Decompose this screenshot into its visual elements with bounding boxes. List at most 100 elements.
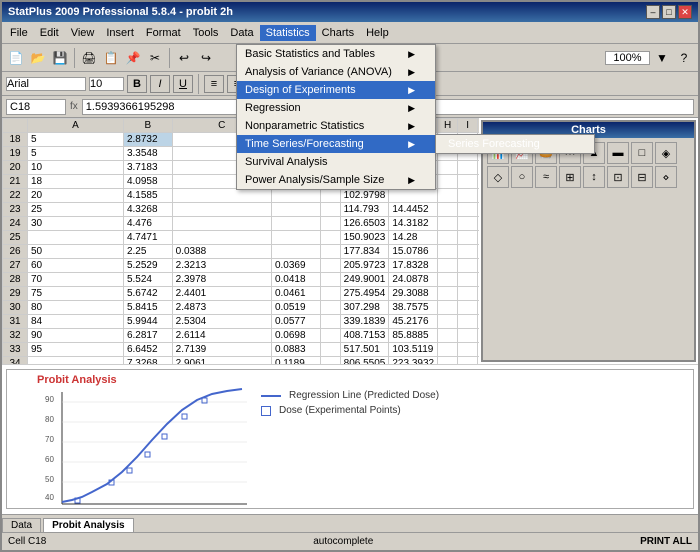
cell[interactable] (271, 203, 320, 217)
cell[interactable] (458, 301, 478, 315)
cell[interactable] (389, 189, 438, 203)
font-size-input[interactable]: 10 (89, 77, 124, 91)
cell[interactable] (320, 217, 340, 231)
copy-button[interactable]: 📋 (101, 48, 121, 68)
maximize-button[interactable]: □ (662, 5, 676, 19)
cell-reference[interactable]: C18 (6, 99, 66, 115)
bold-button[interactable]: B (127, 75, 147, 93)
cell[interactable] (478, 357, 479, 365)
menu-regression[interactable]: Regression ▶ (237, 99, 435, 117)
cell[interactable]: 2.8732 (123, 133, 172, 147)
cell[interactable] (458, 259, 478, 273)
cell[interactable] (478, 301, 479, 315)
cell[interactable] (478, 189, 479, 203)
menu-power[interactable]: Power Analysis/Sample Size ▶ (237, 171, 435, 189)
cell[interactable] (320, 245, 340, 259)
redo-button[interactable]: ↪ (196, 48, 216, 68)
help-icon[interactable]: ? (674, 48, 694, 68)
chart-radar-icon[interactable]: ◇ (487, 166, 509, 188)
chart-hist-icon[interactable]: ▬ (607, 142, 629, 164)
cell[interactable] (28, 231, 124, 245)
cell[interactable]: 223.3932 (389, 357, 438, 365)
new-button[interactable]: 📄 (6, 48, 26, 68)
cell[interactable] (478, 231, 479, 245)
cell[interactable] (438, 175, 458, 189)
open-button[interactable]: 📂 (28, 48, 48, 68)
cell[interactable]: 7.3268 (123, 357, 172, 365)
cell[interactable] (320, 343, 340, 357)
chart-pareto-icon[interactable]: ↕ (583, 166, 605, 188)
cell[interactable]: 5 (28, 147, 124, 161)
cell[interactable]: 0.0519 (271, 301, 320, 315)
paste-button[interactable]: 📌 (123, 48, 143, 68)
cell[interactable] (320, 203, 340, 217)
cell[interactable]: 4.3268 (123, 203, 172, 217)
status-print-all[interactable]: PRINT ALL (640, 536, 692, 547)
cell[interactable]: 4.1585 (123, 189, 172, 203)
cell[interactable] (438, 217, 458, 231)
cell[interactable] (320, 287, 340, 301)
cell[interactable]: 2.7139 (172, 343, 271, 357)
cell[interactable] (458, 287, 478, 301)
menu-doe[interactable]: Design of Experiments ▶ (237, 81, 435, 99)
cell[interactable] (478, 161, 479, 175)
cell[interactable] (458, 343, 478, 357)
cell[interactable] (478, 343, 479, 357)
cell[interactable]: 0.0461 (271, 287, 320, 301)
cell[interactable]: 14.3182 (389, 217, 438, 231)
cell[interactable]: 2.6114 (172, 329, 271, 343)
cell[interactable]: 6.2817 (123, 329, 172, 343)
menu-basic-statistics[interactable]: Basic Statistics and Tables ▶ (237, 45, 435, 63)
cell[interactable] (438, 259, 458, 273)
menu-nonparametric[interactable]: Nonparametric Statistics ▶ (237, 117, 435, 135)
cell[interactable]: 14.28 (389, 231, 438, 245)
menu-insert[interactable]: Insert (100, 25, 140, 41)
cell[interactable] (478, 273, 479, 287)
cell[interactable] (271, 217, 320, 231)
cell[interactable]: 177.834 (340, 245, 389, 259)
cell[interactable]: 517.501 (340, 343, 389, 357)
col-header-i[interactable]: I (458, 119, 478, 133)
cell[interactable] (458, 189, 478, 203)
cell[interactable]: 50 (28, 245, 124, 259)
cell[interactable]: 95 (28, 343, 124, 357)
cell[interactable] (320, 231, 340, 245)
col-header-h[interactable]: H (438, 119, 458, 133)
cell[interactable]: 205.9723 (340, 259, 389, 273)
table-row[interactable]: 27605.25292.32130.0369205.972317.8328 (3, 259, 480, 273)
cell[interactable]: 25 (28, 203, 124, 217)
cell[interactable] (28, 357, 124, 365)
cell[interactable] (458, 203, 478, 217)
cell[interactable]: 5.6742 (123, 287, 172, 301)
cell[interactable]: 408.7153 (340, 329, 389, 343)
cell[interactable] (271, 231, 320, 245)
save-button[interactable]: 💾 (50, 48, 70, 68)
minimize-button[interactable]: – (646, 5, 660, 19)
cut-button[interactable]: ✂ (145, 48, 165, 68)
cell[interactable]: 5.9944 (123, 315, 172, 329)
cell[interactable] (478, 203, 479, 217)
cell[interactable]: 2.9061 (172, 357, 271, 365)
cell[interactable]: 5.524 (123, 273, 172, 287)
cell[interactable]: 0.0418 (271, 273, 320, 287)
cell[interactable] (478, 315, 479, 329)
cell[interactable] (438, 343, 458, 357)
cell[interactable] (438, 329, 458, 343)
cell[interactable] (172, 217, 271, 231)
cell[interactable]: 3.3548 (123, 147, 172, 161)
cell[interactable]: 126.6503 (340, 217, 389, 231)
cell[interactable] (458, 245, 478, 259)
cell[interactable] (458, 175, 478, 189)
table-row[interactable]: 31845.99442.53040.0577339.183945.2176 (3, 315, 480, 329)
cell[interactable] (458, 357, 478, 365)
menu-survival[interactable]: Survival Analysis (237, 153, 435, 171)
cell[interactable]: 4.0958 (123, 175, 172, 189)
cell[interactable] (458, 231, 478, 245)
cell[interactable] (438, 315, 458, 329)
chart-control-icon[interactable]: ⊡ (607, 166, 629, 188)
cell[interactable] (458, 161, 478, 175)
cell[interactable] (438, 287, 458, 301)
cell[interactable]: 6.6452 (123, 343, 172, 357)
cell[interactable]: 2.4401 (172, 287, 271, 301)
table-row[interactable]: 32906.28172.61140.0698408.715385.8885 (3, 329, 480, 343)
